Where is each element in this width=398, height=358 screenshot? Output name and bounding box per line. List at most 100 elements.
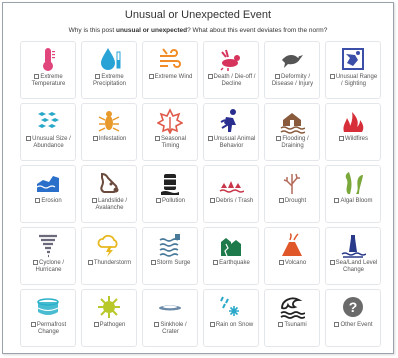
event-checkbox[interactable] (276, 136, 282, 141)
event-checkbox[interactable] (155, 198, 161, 203)
event-option[interactable]: Extreme Temperature (20, 41, 76, 99)
event-option-label: Unusual Size / Abundance (24, 136, 73, 150)
event-option-label: Algal Bloom (329, 198, 378, 205)
event-option[interactable]: Earthquake (203, 227, 259, 285)
event-grid: Extreme Temperature Extreme Precipitation… (20, 41, 381, 347)
event-option-label: Seasonal Timing (146, 136, 195, 150)
event-option-label: Unusual Range / Sighting (329, 74, 378, 88)
event-checkbox[interactable] (213, 260, 219, 265)
event-checkbox[interactable] (274, 74, 280, 79)
event-option-label: Death / Die-off / Decline (207, 74, 256, 88)
event-checkbox[interactable] (148, 74, 154, 79)
event-option[interactable]: Unusual Animal Behavior (203, 103, 259, 161)
event-option[interactable]: Storm Surge (142, 227, 198, 285)
event-checkbox[interactable] (87, 260, 93, 265)
event-checkbox[interactable] (207, 136, 213, 141)
event-option[interactable]: Pollution (142, 165, 198, 223)
event-option[interactable]: Extreme Wind (142, 41, 198, 99)
event-option[interactable]: Tsunami (264, 289, 320, 347)
event-checkbox[interactable] (150, 260, 156, 265)
event-option-label: Other Event (329, 322, 378, 329)
event-option[interactable]: Sea/Land Level Change (325, 227, 381, 285)
event-label-text: Extreme Wind (154, 74, 193, 80)
event-checkbox[interactable] (95, 74, 101, 79)
event-checkbox[interactable] (32, 260, 38, 265)
fish-school-icon (34, 108, 62, 134)
event-option[interactable]: Erosion (20, 165, 76, 223)
event-checkbox[interactable] (329, 74, 335, 79)
event-option[interactable]: Landslide / Avalanche (81, 165, 137, 223)
event-option[interactable]: Rain on Snow (203, 289, 259, 347)
event-checkbox[interactable] (154, 322, 160, 327)
event-option[interactable]: Infestation (81, 103, 137, 161)
event-option-label: Cyclone / Hurricane (24, 260, 73, 274)
event-option-label: Infestation (85, 136, 134, 143)
event-option-label: Drought (268, 198, 317, 205)
event-option[interactable]: Seasonal Timing (142, 103, 198, 161)
event-checkbox[interactable] (278, 322, 284, 327)
event-option[interactable]: Death / Die-off / Decline (203, 41, 259, 99)
event-checkbox[interactable] (30, 322, 36, 327)
event-option[interactable]: Flooding / Draining (264, 103, 320, 161)
event-option-label: Rain on Snow (207, 322, 256, 329)
event-label-text: Rain on Snow (215, 322, 254, 328)
event-checkbox[interactable] (278, 198, 284, 203)
event-option[interactable]: Extreme Precipitation (81, 41, 137, 99)
landslide-icon (95, 170, 123, 196)
event-option-label: Sea/Land Level Change (329, 260, 378, 274)
event-option-label: Pathogen (85, 322, 134, 329)
panel-title: Unusual or Unexpected Event (124, 9, 272, 21)
event-option[interactable]: Drought (264, 165, 320, 223)
event-label-text: Permafrost Change (36, 322, 67, 336)
event-label-text: Unusual Range / Sighting (335, 74, 378, 88)
event-label-text: Erosion (41, 198, 62, 204)
event-checkbox[interactable] (278, 260, 284, 265)
event-checkbox[interactable] (209, 198, 215, 203)
event-option-label: Thunderstorm (85, 260, 134, 267)
event-checkbox[interactable] (34, 74, 40, 79)
event-option[interactable]: Thunderstorm (81, 227, 137, 285)
event-option[interactable]: Debris / Trash (203, 165, 259, 223)
event-option[interactable]: Pathogen (81, 289, 137, 347)
event-option[interactable]: Permafrost Change (20, 289, 76, 347)
event-checkbox[interactable] (207, 74, 213, 79)
event-checkbox[interactable] (154, 136, 160, 141)
permafrost-icon (34, 294, 62, 320)
event-checkbox[interactable] (334, 198, 340, 203)
event-checkbox[interactable] (329, 260, 335, 265)
event-option-label: Volcano (268, 260, 317, 267)
event-option-label: Extreme Wind (146, 74, 195, 81)
event-option[interactable]: Cyclone / Hurricane (20, 227, 76, 285)
event-option[interactable]: Unusual Range / Sighting (325, 41, 381, 99)
event-option-label: Storm Surge (146, 260, 195, 267)
event-option[interactable]: Unusual Size / Abundance (20, 103, 76, 161)
event-checkbox[interactable] (209, 322, 215, 327)
event-checkbox[interactable] (93, 322, 99, 327)
debris-icon (217, 170, 245, 196)
fire-icon (339, 108, 367, 134)
event-label-text: Landslide / Avalanche (95, 198, 128, 212)
event-label-text: Storm Surge (156, 260, 191, 266)
erosion-icon (34, 170, 62, 196)
event-option[interactable]: Wildfires (325, 103, 381, 161)
event-option-label: Pollution (146, 198, 195, 205)
event-checkbox[interactable] (334, 322, 340, 327)
event-label-text: Drought (284, 198, 307, 204)
event-option[interactable]: Algal Bloom (325, 165, 381, 223)
event-checkbox[interactable] (35, 198, 41, 203)
thermometer-icon (34, 46, 62, 72)
event-option[interactable]: Volcano (264, 227, 320, 285)
event-label-text: Wildfires (344, 136, 368, 142)
event-label-text: Tsunami (284, 322, 307, 328)
leaf-icon (156, 108, 184, 134)
event-checkbox[interactable] (338, 136, 344, 141)
event-label-text: Unusual Animal Behavior (213, 136, 256, 150)
event-option[interactable]: ? Other Event (325, 289, 381, 347)
event-option[interactable]: Sinkhole / Crater (142, 289, 198, 347)
event-checkbox[interactable] (91, 198, 97, 203)
event-panel: Unusual or Unexpected Event Why is this … (2, 2, 394, 354)
event-option[interactable]: Deformity / Disease / Injury (264, 41, 320, 99)
event-label-text: Earthquake (219, 260, 250, 266)
event-checkbox[interactable] (92, 136, 98, 141)
event-checkbox[interactable] (26, 136, 32, 141)
